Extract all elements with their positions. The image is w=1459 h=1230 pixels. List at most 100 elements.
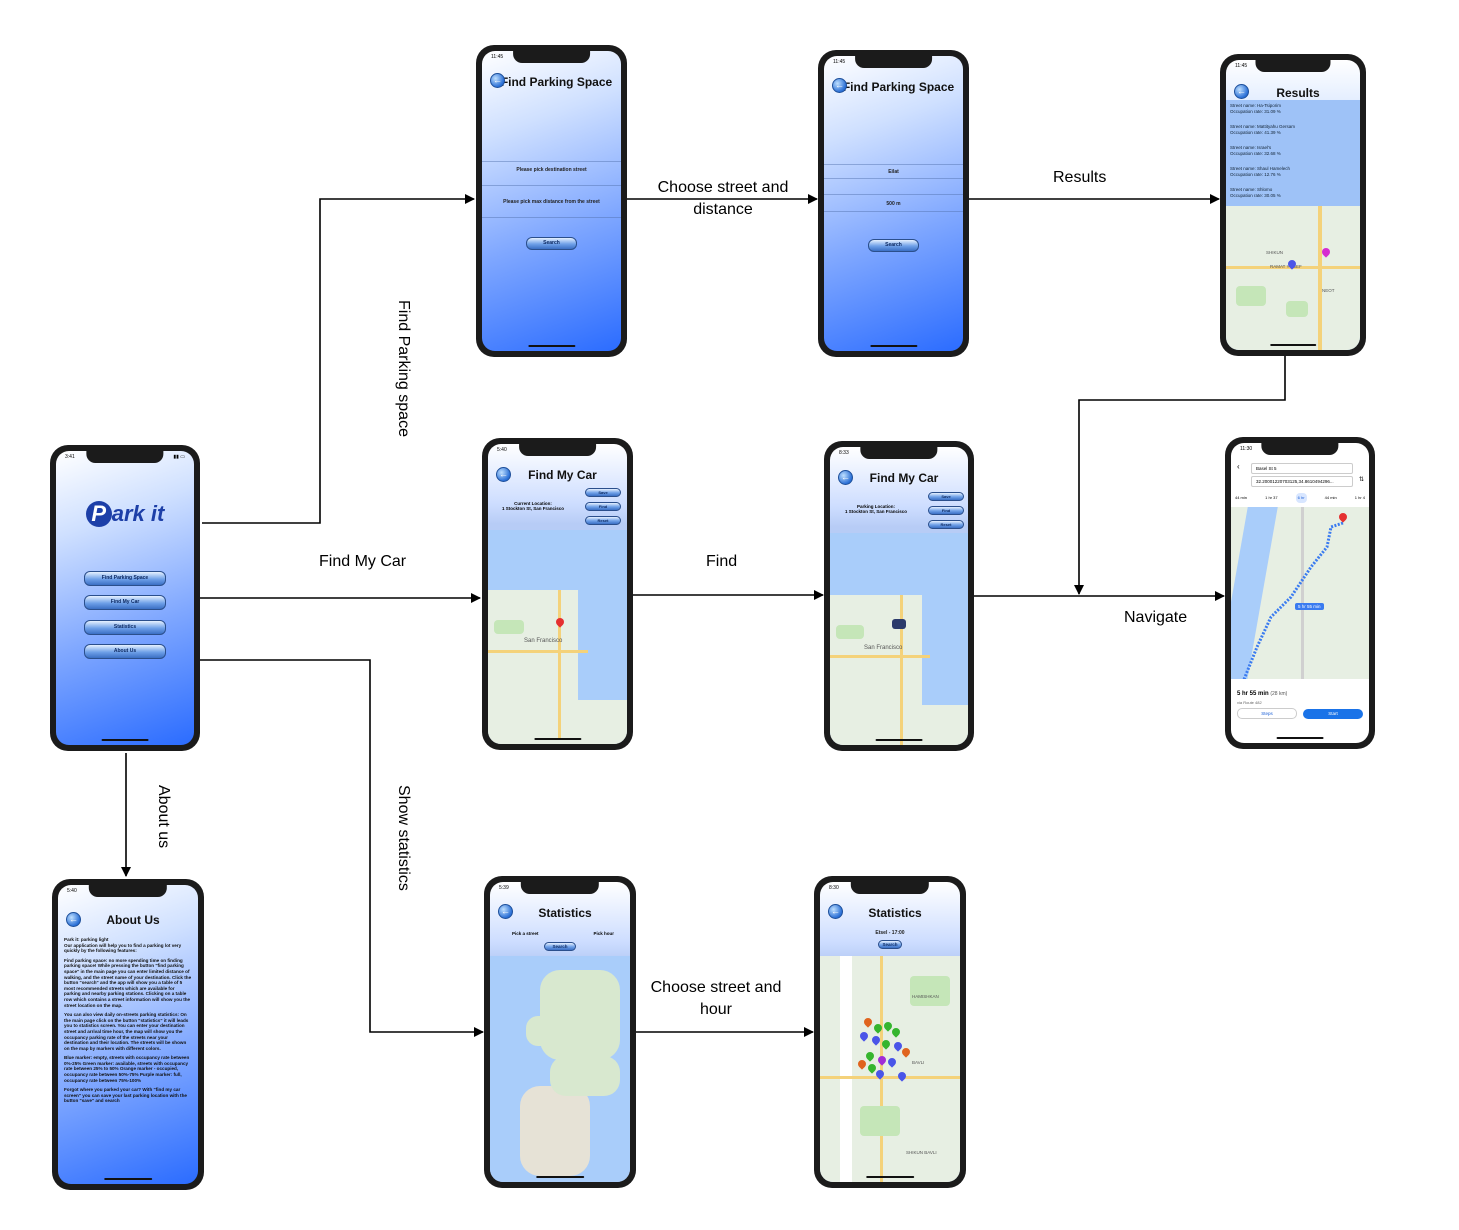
about-us-button[interactable]: About Us <box>84 644 166 659</box>
steps-button[interactable]: Steps <box>1237 708 1297 719</box>
about-text: Park it: parking light Our application w… <box>64 937 192 1172</box>
start-button[interactable]: Start <box>1303 709 1363 719</box>
about-paragraph: Find parking space: no more spending tim… <box>64 957 192 1008</box>
about-paragraph: You can also view daily on-streets parki… <box>64 1012 189 1051</box>
mode-transit[interactable]: 1 hr 37 <box>1265 493 1277 503</box>
save-button[interactable]: Save <box>928 492 964 501</box>
origin-field[interactable]: Basel St 5 <box>1251 463 1353 474</box>
back-arrow-icon[interactable]: ← <box>66 912 81 927</box>
find-button[interactable]: Find <box>585 502 621 511</box>
destination-picker[interactable]: Please pick destination street <box>482 167 621 173</box>
distance-picker[interactable]: Please pick max distance from the street <box>482 199 621 205</box>
search-button[interactable]: Search <box>544 942 576 951</box>
map-marker-icon[interactable] <box>890 1026 902 1038</box>
route-map[interactable]: 5 hr 55 min <box>1231 507 1369 679</box>
app-logo: Park it <box>56 501 194 527</box>
map-marker-icon[interactable] <box>858 1030 870 1042</box>
edge-label-about-us: About us <box>155 785 172 849</box>
search-button[interactable]: Search <box>526 237 577 250</box>
edge-label-choose-street-hour: Choose street and hour <box>650 979 782 1018</box>
mode-walk[interactable]: 6 hr <box>1295 493 1307 503</box>
find-my-car-button[interactable]: Find My Car <box>84 595 166 610</box>
map-label: SHIKUN <box>1266 250 1284 255</box>
status-time: 11:45 <box>491 54 504 60</box>
find-button[interactable]: Find <box>928 506 964 515</box>
city-label: San Francisco <box>524 638 563 644</box>
map-marker-icon[interactable] <box>1320 246 1332 258</box>
status-time: 5:40 <box>67 888 77 894</box>
current-location: Current Location: 1 Stockton St, San Fran… <box>501 501 564 511</box>
back-arrow-icon[interactable]: ← <box>832 78 847 93</box>
back-arrow-icon[interactable]: ← <box>1234 84 1249 99</box>
edge-label-find: Find <box>706 553 738 570</box>
about-paragraph: Forgot where you parked your car? With "… <box>64 1087 187 1104</box>
find-parking-space-button[interactable]: Find Parking Space <box>84 571 166 586</box>
search-button[interactable]: Search <box>868 239 919 252</box>
route-summary: 5 hr 55 min (28 km) <box>1237 691 1288 697</box>
map-label: NEOT <box>1322 288 1335 293</box>
status-time: 11:45 <box>833 59 846 65</box>
street-picker[interactable]: Pick a street <box>512 931 539 936</box>
table-row[interactable]: Street name: Shlomo Occupation rate: 30.0… <box>1230 187 1356 199</box>
map-marker-icon[interactable] <box>900 1046 912 1058</box>
table-row[interactable]: Street name: Mattityahu Gersam Occupation… <box>1230 124 1356 136</box>
status-time: 8:33 <box>839 450 849 456</box>
car-icon[interactable] <box>892 619 906 629</box>
route-line <box>1242 521 1344 679</box>
reset-button[interactable]: Reset <box>928 520 964 529</box>
arrow-home-to-find-parking <box>202 194 475 524</box>
phone-find-my-car: 5:40 ← Find My Car Current Location: 1 St… <box>482 438 633 750</box>
about-paragraph: Blue marker: empty, streets with occupan… <box>64 1055 190 1083</box>
status-time: 11:45 <box>1235 63 1248 69</box>
about-screen: 5:40 ← About Us Park it: parking light O… <box>58 885 198 1184</box>
results-screen: 11:45 ← Results Street name: Ha-Tsiporim… <box>1226 60 1360 350</box>
results-map[interactable]: SHIKUN RAMAT YOSEF NEOT <box>1226 206 1360 350</box>
search-button[interactable]: Search <box>878 940 902 949</box>
back-arrow-icon[interactable]: ← <box>496 467 511 482</box>
edge-label-show-statistics: Show statistics <box>395 785 412 891</box>
car-location-marker-icon[interactable] <box>554 616 566 628</box>
map-label: BAVLI <box>912 1060 925 1065</box>
map-marker-icon[interactable] <box>896 1070 908 1082</box>
map-marker-icon[interactable] <box>856 1058 868 1070</box>
swap-icon[interactable]: ⇅ <box>1359 476 1364 483</box>
status-time: 8:30 <box>829 885 839 891</box>
phone-find-parking: 11:45 ← Find Parking Space Please pick d… <box>476 45 627 357</box>
table-row[interactable]: Street name: Ha-Tsiporim Occupation rate:… <box>1230 103 1356 115</box>
reset-button[interactable]: Reset <box>585 516 621 525</box>
phone-statistics-result: 8:30 ← Statistics Etsel - 17:00 Search H… <box>814 876 966 1188</box>
results-table: Street name: Ha-Tsiporim Occupation rate:… <box>1226 100 1360 206</box>
selection-value[interactable]: Etsel - 17:00 <box>820 930 960 936</box>
back-arrow-icon[interactable]: ← <box>828 904 843 919</box>
mode-ride[interactable]: 44 min <box>1325 493 1337 503</box>
status-time: 3:41 <box>65 454 75 460</box>
car-map[interactable]: San Francisco <box>488 530 627 744</box>
map-marker-icon[interactable] <box>886 1056 898 1068</box>
phone-statistics: 5:39 ← Statistics Pick a street Pick hou… <box>484 876 636 1188</box>
statistics-button[interactable]: Statistics <box>84 620 166 635</box>
statistics-result-map[interactable]: HAMISHKAN BAVLI SHIKUN BAVLI <box>820 956 960 1182</box>
destination-field[interactable]: 32.20001220703125,34.8610494296... <box>1251 476 1353 487</box>
mode-car[interactable]: 44 min <box>1235 493 1247 503</box>
car-map[interactable]: San Francisco <box>830 533 968 745</box>
save-button[interactable]: Save <box>585 488 621 497</box>
mode-bike[interactable]: 1 hr 4 <box>1355 493 1365 503</box>
edge-label-navigate: Navigate <box>1124 609 1188 626</box>
back-arrow-icon[interactable]: ← <box>490 73 505 88</box>
map-marker-icon[interactable] <box>876 1054 888 1066</box>
map-marker-icon[interactable] <box>862 1016 874 1028</box>
statistics-map[interactable] <box>490 956 630 1182</box>
destination-value[interactable]: Eilat <box>824 169 963 175</box>
back-arrow-icon[interactable]: ← <box>838 470 853 485</box>
map-label: SHIKUN BAVLI <box>906 1150 937 1155</box>
back-arrow-icon[interactable]: ← <box>498 904 513 919</box>
phone-find-parking-selected: 11:45 ← Find Parking Space Eilat 500 m S… <box>818 50 969 357</box>
table-row[interactable]: Street name: Shaul Hamelech Occupation ra… <box>1230 166 1356 178</box>
logo-p: P <box>85 501 112 527</box>
distance-value[interactable]: 500 m <box>824 201 963 207</box>
table-row[interactable]: Street name: Israel's Occupation rate: 32… <box>1230 145 1356 157</box>
back-chevron-icon[interactable]: ‹ <box>1237 462 1240 471</box>
status-time: 5:39 <box>499 885 509 891</box>
hour-picker[interactable]: Pick hour <box>593 931 614 936</box>
map-marker-icon[interactable] <box>864 1050 876 1062</box>
